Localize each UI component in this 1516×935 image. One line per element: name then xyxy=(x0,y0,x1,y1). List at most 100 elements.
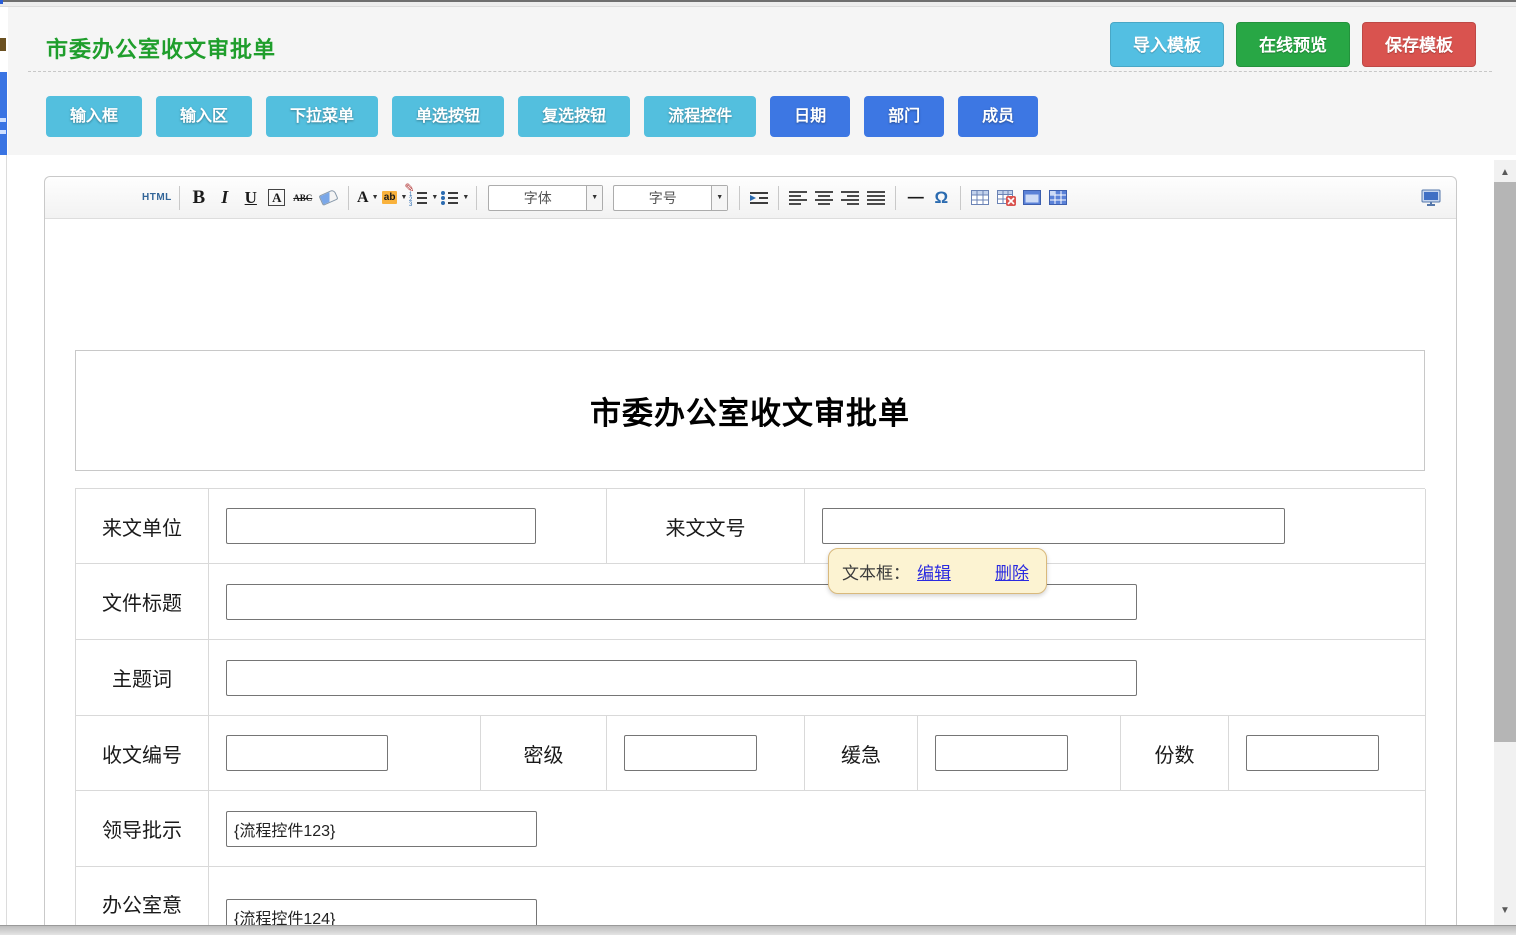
form-text-input[interactable] xyxy=(226,660,1137,696)
left-edge-blue-fragment xyxy=(0,72,7,155)
field-label: 主题词 xyxy=(112,663,172,692)
form-title-box: 市委办公室收文审批单 xyxy=(75,350,1425,471)
unordered-list-icon[interactable]: ▼ xyxy=(440,185,469,211)
input-area-button[interactable]: 输入区 xyxy=(156,96,252,137)
chevron-down-icon[interactable]: ▼ xyxy=(372,194,379,201)
delete-link[interactable]: 删除 xyxy=(995,559,1029,584)
chevron-down-icon[interactable]: ▼ xyxy=(431,194,438,201)
header-divider xyxy=(28,71,1492,72)
chevron-down-icon[interactable]: ▼ xyxy=(400,194,407,201)
toolbar-separator xyxy=(348,186,349,210)
font-size-select[interactable]: 字号 ▼ xyxy=(613,185,728,211)
field-label: 密级 xyxy=(524,739,564,768)
form-text-input[interactable] xyxy=(1246,735,1379,771)
field-label-cell: 来文文号 xyxy=(607,489,805,564)
indent-icon[interactable] xyxy=(747,185,771,211)
toolbar-separator xyxy=(739,186,740,210)
form-text-input[interactable] xyxy=(226,735,388,771)
strikethrough-icon[interactable]: ABC xyxy=(291,185,315,211)
field-label: 份数 xyxy=(1155,739,1195,768)
font-family-select[interactable]: 字体 ▼ xyxy=(488,185,603,211)
quickformat-icon[interactable]: A xyxy=(268,189,285,206)
font-color-icon[interactable]: A ▼ xyxy=(356,185,380,211)
source-code-icon[interactable]: HTML xyxy=(142,185,172,211)
flow-control-button[interactable]: 流程控件 xyxy=(644,96,756,137)
editor-toolbar: HTML B I U A ABC A ▼ ab ✎ ▼ 1 2 3 ▼ xyxy=(45,177,1456,219)
scroll-down-icon[interactable]: ▼ xyxy=(1494,900,1516,920)
vertical-scrollbar[interactable]: ▲ ▼ xyxy=(1494,160,1516,926)
field-label: 文件标题 xyxy=(102,587,182,616)
department-button[interactable]: 部门 xyxy=(864,96,944,137)
align-justify-icon[interactable] xyxy=(864,185,888,211)
scrollbar-thumb[interactable] xyxy=(1494,182,1516,742)
scroll-up-icon[interactable]: ▲ xyxy=(1494,162,1516,182)
dropdown-menu-button[interactable]: 下拉菜单 xyxy=(266,96,378,137)
delete-table-icon[interactable] xyxy=(994,185,1018,211)
field-label-cell: 收文编号 xyxy=(76,716,209,791)
field-input-cell xyxy=(209,564,1426,640)
date-button[interactable]: 日期 xyxy=(770,96,850,137)
chevron-down-icon[interactable]: ▼ xyxy=(586,186,602,210)
cell-properties-icon[interactable] xyxy=(1020,185,1044,211)
field-input-cell xyxy=(1229,716,1426,791)
edit-link[interactable]: 编辑 xyxy=(917,559,951,584)
radio-button-button[interactable]: 单选按钮 xyxy=(392,96,504,137)
field-label: 收文编号 xyxy=(102,739,182,768)
left-edge-fragment xyxy=(0,38,6,51)
input-box-button[interactable]: 输入框 xyxy=(46,96,142,137)
import-template-button[interactable]: 导入模板 xyxy=(1110,22,1224,67)
italic-icon[interactable]: I xyxy=(213,185,237,211)
field-label: 办公室意 xyxy=(102,889,182,918)
page-title: 市委办公室收文审批单 xyxy=(46,32,276,64)
form-text-input[interactable] xyxy=(935,735,1068,771)
toolbar-separator xyxy=(778,186,779,210)
form-title: 市委办公室收文审批单 xyxy=(590,388,910,433)
align-left-icon[interactable] xyxy=(786,185,810,211)
toolbar-separator xyxy=(476,186,477,210)
horizontal-rule-icon[interactable]: — xyxy=(903,185,927,211)
template-action-buttons: 导入模板在线预览保存模板 xyxy=(1110,22,1476,67)
chevron-down-icon[interactable]: ▼ xyxy=(462,194,469,201)
field-label-cell: 密级 xyxy=(481,716,607,791)
toolbar-separator xyxy=(179,186,180,210)
checkbox-button[interactable]: 复选按钮 xyxy=(518,96,630,137)
form-text-input[interactable] xyxy=(822,508,1285,544)
window-bottom-bar xyxy=(0,925,1516,935)
align-right-icon[interactable] xyxy=(838,185,862,211)
editor-document[interactable]: 市委办公室收文审批单 来文单位 来文文号文件标题主题词收文编号 密级 缓急 份数领导批示… xyxy=(45,219,1456,935)
fullscreen-icon[interactable] xyxy=(1419,185,1443,211)
merge-cells-icon[interactable] xyxy=(1046,185,1070,211)
page-left-border xyxy=(6,155,7,926)
chevron-down-icon[interactable]: ▼ xyxy=(711,186,727,210)
fragment-dash xyxy=(0,118,6,122)
save-template-button[interactable]: 保存模板 xyxy=(1362,22,1476,67)
rich-text-editor: HTML B I U A ABC A ▼ ab ✎ ▼ 1 2 3 ▼ xyxy=(44,176,1457,935)
field-label: 来文单位 xyxy=(102,512,182,541)
field-input-cell xyxy=(918,716,1121,791)
highlight-color-icon[interactable]: ab ✎ ▼ xyxy=(382,185,408,211)
window-corner-fragment xyxy=(0,0,3,4)
element-tooltip: 文本框： 编辑 删除 xyxy=(828,548,1047,594)
field-input-cell xyxy=(209,791,1426,867)
special-char-icon[interactable]: Ω xyxy=(929,185,953,211)
underline-icon[interactable]: U xyxy=(239,185,263,211)
align-center-icon[interactable] xyxy=(812,185,836,211)
online-preview-button[interactable]: 在线预览 xyxy=(1236,22,1350,67)
field-label-cell: 来文单位 xyxy=(76,489,209,564)
form-control-toolbox: 输入框输入区下拉菜单单选按钮复选按钮流程控件日期部门成员 xyxy=(46,96,1038,137)
insert-table-icon[interactable] xyxy=(968,185,992,211)
field-input-cell xyxy=(209,640,1426,716)
form-text-input[interactable] xyxy=(624,735,757,771)
member-button[interactable]: 成员 xyxy=(958,96,1038,137)
field-input-cell xyxy=(607,716,805,791)
field-label-cell: 份数 xyxy=(1121,716,1229,791)
field-label-cell: 领导批示 xyxy=(76,791,209,867)
eraser-icon[interactable] xyxy=(317,185,341,211)
form-text-input[interactable] xyxy=(226,811,537,847)
form-text-input[interactable] xyxy=(226,508,536,544)
field-label-cell: 文件标题 xyxy=(76,564,209,640)
header-panel: 市委办公室收文审批单 导入模板在线预览保存模板 输入框输入区下拉菜单单选按钮复选… xyxy=(8,6,1516,155)
pencil-icon: ✎ xyxy=(404,181,414,195)
field-label-cell: 缓急 xyxy=(805,716,918,791)
bold-icon[interactable]: B xyxy=(187,185,211,211)
